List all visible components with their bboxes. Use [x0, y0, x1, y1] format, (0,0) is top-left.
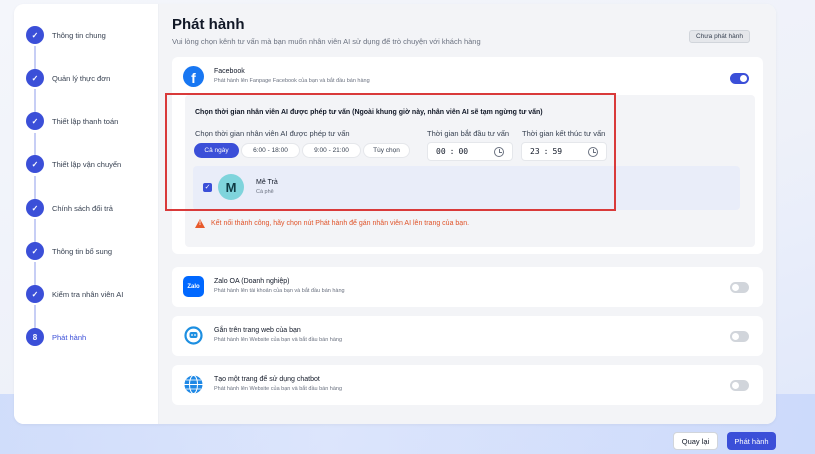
- step-publish[interactable]: 8 Phát hành: [26, 327, 86, 347]
- channel-title: Tạo một trang để sử dụng chatbot: [214, 376, 320, 383]
- main-content: Phát hành Vui lòng chọn kênh tư vấn mà b…: [159, 4, 776, 424]
- step-additional-info[interactable]: ✓ Thông tin bổ sung: [26, 241, 112, 261]
- facebook-toggle[interactable]: [730, 73, 749, 84]
- start-minute: 00: [458, 147, 469, 156]
- schedule-heading: Chọn thời gian nhân viên AI được phép tư…: [195, 109, 543, 116]
- step-shipping[interactable]: ✓ Thiết lập vận chuyển: [26, 154, 121, 174]
- clock-icon: [588, 147, 598, 157]
- check-icon: ✓: [26, 26, 44, 44]
- publish-button[interactable]: Phát hành: [727, 432, 776, 450]
- check-icon: ✓: [26, 285, 44, 303]
- step-label: Kiểm tra nhân viên AI: [52, 289, 124, 299]
- zalo-icon: Zalo: [183, 276, 204, 297]
- option-9-21[interactable]: 9:00 - 21:00: [302, 143, 361, 158]
- avatar: M: [218, 174, 244, 200]
- step-number: 8: [26, 328, 44, 346]
- end-time-input[interactable]: 23 : 59: [521, 142, 607, 161]
- option-custom[interactable]: Tùy chọn: [363, 143, 410, 158]
- page-subtitle: Vui lòng chọn kênh tư vấn mà bạn muốn nh…: [172, 37, 481, 46]
- channel-title: Zalo OA (Doanh nghiệp): [214, 278, 290, 285]
- check-icon: ✓: [26, 199, 44, 217]
- channel-description: Phát hành lên Website của bạn và bắt đầu…: [214, 386, 343, 392]
- agent-checkbox[interactable]: ✓: [203, 183, 212, 192]
- step-label: Phát hành: [52, 332, 87, 342]
- channel-website-embed: Gắn trên trang web của bạn Phát hành lên…: [172, 316, 763, 356]
- schedule-option-label: Chọn thời gian nhân viên AI được phép tư…: [195, 129, 350, 138]
- zalo-toggle[interactable]: [730, 282, 749, 293]
- agent-name: Mê Trà: [256, 179, 278, 186]
- warning-text: Kết nối thành công, hãy chọn nút Phát hà…: [211, 220, 470, 227]
- steps-sidebar: ✓ Thông tin chung ✓ Quản lý thực đơn ✓ T…: [14, 4, 159, 424]
- step-ai-check[interactable]: ✓ Kiểm tra nhân viên AI: [26, 284, 123, 304]
- facebook-icon: f: [183, 66, 204, 87]
- end-time-label: Thời gian kết thúc tư vấn: [522, 129, 606, 138]
- start-time-label: Thời gian bắt đầu tư vấn: [427, 129, 510, 138]
- channel-chatbot-page: Tạo một trang để sử dụng chatbot Phát hà…: [172, 365, 763, 405]
- check-icon: ✓: [26, 242, 44, 260]
- unpublished-status-button[interactable]: Chưa phát hành: [689, 30, 750, 43]
- step-payment[interactable]: ✓ Thiết lập thanh toán: [26, 111, 118, 131]
- warning-icon: !: [195, 219, 205, 228]
- end-minute: 59: [552, 147, 563, 156]
- end-hour: 23: [530, 147, 540, 156]
- option-6-18[interactable]: 6:00 - 18:00: [241, 143, 300, 158]
- step-menu[interactable]: ✓ Quản lý thực đơn: [26, 68, 110, 88]
- check-icon: ✓: [26, 155, 44, 173]
- step-label: Quản lý thực đơn: [52, 73, 111, 83]
- step-general-info[interactable]: ✓ Thông tin chung: [26, 25, 106, 45]
- step-label: Thông tin chung: [52, 30, 106, 40]
- warning-message: ! Kết nối thành công, hãy chọn nút Phát …: [195, 219, 469, 228]
- option-all-day[interactable]: Cả ngày: [194, 143, 239, 158]
- step-label: Thiết lập vận chuyển: [52, 159, 122, 169]
- website-embed-toggle[interactable]: [730, 331, 749, 342]
- step-label: Thông tin bổ sung: [52, 246, 113, 256]
- channel-description: Phát hành lên Website của bạn và bắt đầu…: [214, 337, 343, 343]
- agent-row[interactable]: ✓ M Mê Trà Cà phê: [193, 166, 740, 210]
- check-icon: ✓: [26, 112, 44, 130]
- back-button[interactable]: Quay lại: [673, 432, 718, 450]
- page-title: Phát hành: [172, 16, 245, 33]
- channel-title: Gắn trên trang web của bạn: [214, 327, 301, 334]
- channel-zalo: Zalo Zalo OA (Doanh nghiệp) Phát hành lê…: [172, 267, 763, 307]
- channel-description: Phát hành lên Fanpage Facebook của bạn v…: [214, 78, 370, 84]
- step-label: Chính sách đổi trả: [52, 203, 113, 213]
- globe-icon: [183, 374, 204, 395]
- agent-role: Cà phê: [256, 189, 274, 195]
- step-return-policy[interactable]: ✓ Chính sách đổi trả: [26, 198, 113, 218]
- check-icon: ✓: [26, 69, 44, 87]
- start-time-input[interactable]: 00 : 00: [427, 142, 513, 161]
- chatbot-page-toggle[interactable]: [730, 380, 749, 391]
- step-label: Thiết lập thanh toán: [52, 116, 119, 126]
- channel-description: Phát hành lên tài khoản của bạn và bắt đ…: [214, 288, 345, 294]
- publish-card: ✓ Thông tin chung ✓ Quản lý thực đơn ✓ T…: [14, 4, 776, 424]
- channel-title: Facebook: [214, 68, 245, 75]
- start-hour: 00: [436, 147, 446, 156]
- clock-icon: [494, 147, 504, 157]
- chat-bubble-icon: [183, 325, 204, 346]
